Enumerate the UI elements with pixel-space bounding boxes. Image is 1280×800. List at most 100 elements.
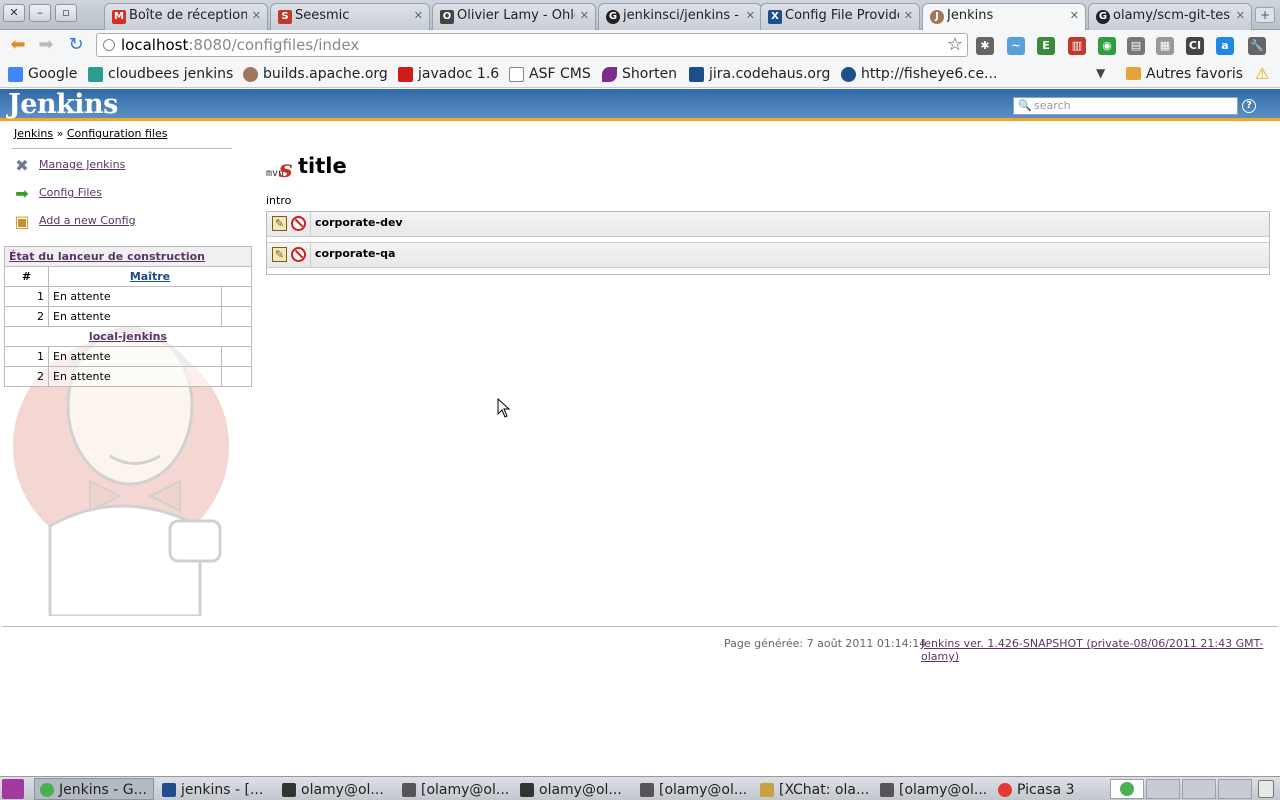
workspace-1[interactable]: [1110, 779, 1144, 799]
executors-caption-link[interactable]: État du lanceur de construction: [9, 250, 205, 263]
close-icon[interactable]: ✕: [580, 9, 589, 22]
executors-caption: État du lanceur de construction: [4, 246, 252, 267]
window-close-icon[interactable]: ✕: [3, 4, 25, 22]
breadcrumb-current[interactable]: Configuration files: [67, 127, 168, 140]
config-name: corporate-dev: [315, 216, 403, 229]
node-link[interactable]: local-jenkins: [89, 330, 167, 343]
help-icon[interactable]: ?: [1242, 99, 1256, 113]
breadcrumb-home[interactable]: Jenkins: [14, 127, 53, 140]
remove-icon[interactable]: [291, 247, 306, 262]
close-icon[interactable]: ✕: [252, 9, 261, 22]
terminal-icon: [640, 783, 654, 797]
footer-version-link[interactable]: Jenkins ver. 1.426-SNAPSHOT (private-08/…: [921, 637, 1263, 663]
bookmark-shorten[interactable]: Shorten: [602, 64, 677, 84]
taskbar-item[interactable]: [olamy@ol...: [874, 778, 990, 800]
green-arrow-icon: ➡: [15, 184, 29, 203]
task-add-new-config[interactable]: ▣ Add a new Config: [12, 212, 136, 234]
other-bookmarks-folder[interactable]: Autres favoris: [1126, 64, 1243, 84]
bookmark-label: ASF CMS: [529, 66, 591, 82]
taskbar-label: olamy@ol...: [539, 782, 622, 798]
green-extension-icon[interactable]: ◉: [1098, 37, 1116, 55]
terminal-icon: [880, 783, 894, 797]
taskbar-label: [XChat: ola...: [779, 782, 870, 798]
warning-icon[interactable]: ⚠: [1255, 64, 1269, 83]
search-input[interactable]: 🔍 search: [1013, 97, 1238, 115]
seesmic-icon: S: [278, 10, 292, 24]
window-maximize-icon[interactable]: ▫: [55, 4, 77, 22]
close-icon[interactable]: ✕: [746, 9, 755, 22]
master-node-header: Maître: [48, 266, 252, 287]
back-arrow-icon[interactable]: ⬅: [7, 34, 29, 56]
bug-extension-icon[interactable]: ✱: [976, 37, 994, 55]
remove-icon[interactable]: [291, 216, 306, 231]
taskbar-item[interactable]: [olamy@ol...: [634, 778, 752, 800]
a-extension-icon[interactable]: a: [1216, 37, 1234, 55]
taskbar-item[interactable]: olamy@ol...: [276, 778, 394, 800]
close-icon[interactable]: ✕: [1236, 9, 1245, 22]
taskbar-item[interactable]: jenkins - [...: [156, 778, 274, 800]
page-info-icon[interactable]: [103, 39, 115, 51]
bookmarks-overflow-icon[interactable]: ▼: [1096, 66, 1105, 80]
config-row: ✎ corporate-dev: [267, 212, 1269, 237]
ci-extension-icon[interactable]: CI: [1186, 37, 1204, 55]
address-bar[interactable]: localhost:8080/configfiles/index ☆: [96, 33, 968, 57]
workspace-4[interactable]: [1218, 779, 1252, 799]
xchat-icon: [760, 783, 774, 797]
chart-extension-icon[interactable]: ▥: [1068, 37, 1086, 55]
workspace-2[interactable]: [1146, 779, 1180, 799]
reload-icon[interactable]: ↻: [65, 34, 87, 56]
close-icon[interactable]: ✕: [904, 9, 913, 22]
executor-action-cell: [221, 346, 252, 367]
taskbar-item[interactable]: [olamy@ol...: [396, 778, 514, 800]
task-label[interactable]: Config Files: [39, 186, 102, 199]
edit-icon[interactable]: ✎: [272, 216, 287, 231]
taskbar-label: Picasa 3: [1017, 782, 1075, 798]
taskbar-label: [olamy@ol...: [659, 782, 748, 798]
bookmark-google[interactable]: Google: [8, 64, 77, 84]
task-label[interactable]: Add a new Config: [39, 214, 136, 227]
wrench-menu-icon[interactable]: 🔧: [1248, 37, 1266, 55]
forward-arrow-icon[interactable]: ➡: [35, 34, 57, 56]
grid-extension-icon[interactable]: ▦: [1156, 37, 1174, 55]
task-config-files[interactable]: ➡ Config Files: [12, 184, 102, 206]
bookmark-builds-apache[interactable]: builds.apache.org: [243, 64, 388, 84]
browser-tab[interactable]: S Seesmic ✕: [270, 3, 430, 30]
taskbar-item[interactable]: [XChat: ola...: [754, 778, 872, 800]
browser-tab[interactable]: G jenkinsci/jenkins - G ✕: [598, 3, 762, 30]
app-menu-icon[interactable]: [2, 779, 24, 799]
cloudbees-icon: [88, 67, 103, 82]
bookmark-asf-cms[interactable]: ASF CMS: [509, 64, 591, 84]
window-extension-icon[interactable]: ▤: [1127, 37, 1145, 55]
bird-extension-icon[interactable]: ~: [1007, 37, 1025, 55]
new-tab-button[interactable]: +: [1255, 7, 1275, 23]
jenkins-logo[interactable]: Jenkins: [8, 89, 118, 120]
edit-icon[interactable]: ✎: [272, 247, 287, 262]
jenkins-icon: J: [930, 10, 944, 24]
page-icon: [509, 67, 524, 82]
bookmark-javadoc[interactable]: javadoc 1.6: [398, 64, 499, 84]
close-icon[interactable]: ✕: [1070, 9, 1079, 22]
task-manage-jenkins[interactable]: ✖ Manage Jenkins: [12, 156, 125, 178]
oracle-icon: [398, 67, 413, 82]
browser-tab-active[interactable]: J Jenkins ✕: [922, 3, 1086, 31]
workspace-3[interactable]: [1182, 779, 1216, 799]
browser-tab[interactable]: O Olivier Lamy - Ohlo ✕: [432, 3, 596, 30]
browser-tab[interactable]: G olamy/scm-git-test ✕: [1088, 3, 1252, 30]
taskbar-item[interactable]: olamy@ol...: [514, 778, 632, 800]
bookmark-star-icon[interactable]: ☆: [947, 34, 963, 56]
bookmark-cloudbees[interactable]: cloudbees jenkins: [88, 64, 233, 84]
taskbar-item[interactable]: Picasa 3: [992, 778, 1108, 800]
trash-icon[interactable]: [1258, 780, 1274, 798]
browser-tab[interactable]: X Config File Provider ✕: [760, 3, 920, 30]
chrome-icon: [1120, 782, 1134, 796]
close-icon[interactable]: ✕: [414, 9, 423, 22]
browser-tab[interactable]: M Boîte de réception ✕: [104, 3, 268, 30]
bookmark-jira[interactable]: jira.codehaus.org: [689, 64, 830, 84]
bookmark-fisheye[interactable]: http://fisheye6.ce...: [841, 64, 997, 84]
master-node-link[interactable]: Maître: [130, 270, 170, 283]
taskbar-item[interactable]: Jenkins - G...: [34, 778, 154, 800]
node-header: local-jenkins: [4, 326, 252, 347]
evernote-extension-icon[interactable]: E: [1037, 37, 1055, 55]
window-minimize-icon[interactable]: –: [29, 4, 51, 22]
task-label[interactable]: Manage Jenkins: [39, 158, 125, 171]
